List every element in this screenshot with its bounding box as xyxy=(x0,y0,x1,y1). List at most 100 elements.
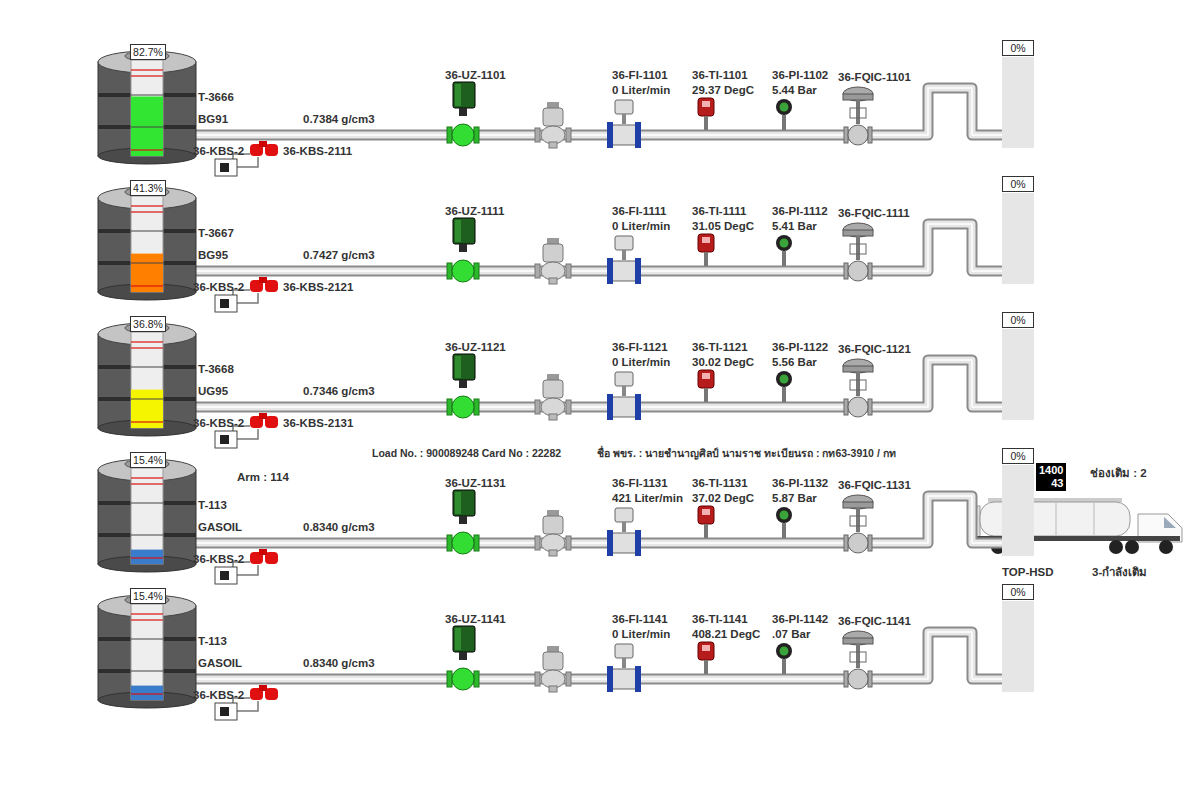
flow-reading: 0 Liter/min xyxy=(612,83,670,97)
switch-tag: 36-KBS-2 xyxy=(193,688,244,702)
strainer-icon xyxy=(535,374,571,422)
arm-label: Arm : 114 xyxy=(237,470,289,484)
tank-icon[interactable] xyxy=(98,182,196,302)
switch-tag: 36-KBS-2 xyxy=(193,552,244,566)
temperature-sensor-icon[interactable] xyxy=(696,98,716,132)
on-off-valve-icon[interactable] xyxy=(445,490,481,556)
pressure-gauge-icon[interactable] xyxy=(774,642,794,676)
pressure-tag: 36-PI-1132 xyxy=(772,476,828,490)
flow-meter-icon[interactable] xyxy=(603,100,645,148)
density: 0.7346 g/cm3 xyxy=(303,384,375,398)
temperature-reading: 31.05 DegC xyxy=(692,219,754,233)
temperature-reading: 37.02 DegC xyxy=(692,491,754,505)
pressure-gauge-icon[interactable] xyxy=(774,506,794,540)
control-valve-tag: 36-FQIC-1131 xyxy=(838,478,911,492)
loading-lane: 41.3% T-3667 BG95 0.7427 g/cm3 36-KBS-2 36-KB… xyxy=(0,176,1204,312)
loading-overview: 82.7%T-3666BG910.7384 g/cm336-KBS-236-KB… xyxy=(0,0,1204,800)
counter-value: 43 xyxy=(1039,477,1063,490)
strainer-icon xyxy=(535,238,571,286)
temperature-tag: 36-TI-1101 xyxy=(692,68,748,82)
pressure-tag: 36-PI-1142 xyxy=(772,612,828,626)
control-valve-icon[interactable] xyxy=(840,494,876,556)
tank-level: 36.8% xyxy=(130,316,166,332)
temperature-sensor-icon[interactable] xyxy=(696,506,716,540)
tank-name: T-3667 xyxy=(198,226,234,240)
temperature-sensor-icon[interactable] xyxy=(696,370,716,404)
product-name: BG95 xyxy=(198,248,228,262)
temperature-tag: 36-TI-1121 xyxy=(692,340,748,354)
switch-tag: 36-KBS-2121 xyxy=(283,280,353,294)
loading-bay[interactable] xyxy=(1002,465,1034,556)
product-name: GASOIL xyxy=(198,656,242,670)
density: 0.8340 g/cm3 xyxy=(303,520,375,534)
pressure-gauge-icon[interactable] xyxy=(774,234,794,268)
flow-meter-icon[interactable] xyxy=(603,644,645,692)
tank-level: 15.4% xyxy=(130,452,166,468)
on-off-valve-icon[interactable] xyxy=(445,626,481,692)
control-valve-tag: 36-FQIC-1101 xyxy=(838,70,911,84)
pressure-reading: 5.56 Bar xyxy=(772,355,817,369)
control-valve-tag: 36-FQIC-1141 xyxy=(838,614,911,628)
product-code: TOP-HSD xyxy=(1002,565,1054,579)
flow-reading: 0 Liter/min xyxy=(612,219,670,233)
temperature-reading: 29.37 DegC xyxy=(692,83,754,97)
control-valve-icon[interactable] xyxy=(840,222,876,284)
temperature-tag: 36-TI-1111 xyxy=(692,204,746,218)
strainer-icon xyxy=(535,102,571,150)
flow-reading: 0 Liter/min xyxy=(612,355,670,369)
valve-tag: 36-UZ-1121 xyxy=(445,340,506,354)
control-valve-icon[interactable] xyxy=(840,630,876,692)
pressure-tag: 36-PI-1122 xyxy=(772,340,828,354)
tank-icon[interactable] xyxy=(98,318,196,438)
on-off-valve-icon[interactable] xyxy=(445,82,481,148)
tank-name: T-3668 xyxy=(198,362,234,376)
driver-info: ชื่อ พขร. : นายชำนาญศิลป์ นามราช ทะเบียน… xyxy=(597,446,896,460)
on-off-valve-icon[interactable] xyxy=(445,218,481,284)
tank-icon[interactable] xyxy=(98,46,196,166)
temperature-sensor-icon[interactable] xyxy=(696,642,716,676)
loading-bay[interactable] xyxy=(1002,329,1034,420)
control-valve-icon[interactable] xyxy=(840,86,876,148)
flow-reading: 0 Liter/min xyxy=(612,627,670,641)
switch-tag: 36-KBS-2 xyxy=(193,416,244,430)
loading-bay[interactable] xyxy=(1002,601,1034,692)
flow-tag: 36-FI-1101 xyxy=(612,68,668,82)
tank-name: T-113 xyxy=(198,634,227,648)
flow-meter-icon[interactable] xyxy=(603,372,645,420)
pressure-reading: 5.44 Bar xyxy=(772,83,817,97)
loading-bay[interactable] xyxy=(1002,57,1034,148)
meter-counter: 140043 xyxy=(1036,463,1066,491)
tank-icon[interactable] xyxy=(98,454,196,574)
loading-lane: 15.4%T-113GASOIL0.8340 g/cm336-KBS-2Arm … xyxy=(0,448,1204,584)
product-name: BG91 xyxy=(198,112,228,126)
bay-percent: 0% xyxy=(1002,312,1034,328)
pressure-reading: 5.41 Bar xyxy=(772,219,817,233)
tank-level: 41.3% xyxy=(130,180,166,196)
switch-tag: 36-KBS-2 xyxy=(193,280,244,294)
bay-percent: 0% xyxy=(1002,448,1034,464)
temperature-reading: 30.02 DegC xyxy=(692,355,754,369)
control-valve-icon[interactable] xyxy=(840,358,876,420)
load-number: Load No. : 900089248 Card No : 22282 xyxy=(372,446,561,460)
density: 0.7427 g/cm3 xyxy=(303,248,375,262)
flow-reading: 421 Liter/min xyxy=(612,491,683,505)
loading-lane: 82.7%T-3666BG910.7384 g/cm336-KBS-236-KB… xyxy=(0,40,1204,176)
pressure-reading: .07 Bar xyxy=(772,627,810,641)
switch-tag: 36-KBS-2131 xyxy=(283,416,353,430)
flow-meter-icon[interactable] xyxy=(603,508,645,556)
on-off-valve-icon[interactable] xyxy=(445,354,481,420)
temperature-reading: 408.21 DegC xyxy=(692,627,760,641)
strainer-icon xyxy=(535,646,571,694)
tanker-truck-icon xyxy=(968,494,1186,560)
tank-level: 82.7% xyxy=(130,44,166,60)
flow-meter-icon[interactable] xyxy=(603,236,645,284)
pressure-reading: 5.87 Bar xyxy=(772,491,817,505)
pressure-tag: 36-PI-1102 xyxy=(772,68,828,82)
loading-bay[interactable] xyxy=(1002,193,1034,284)
pressure-gauge-icon[interactable] xyxy=(774,370,794,404)
temperature-tag: 36-TI-1141 xyxy=(692,612,748,626)
control-valve-tag: 36-FQIC-1121 xyxy=(838,342,911,356)
tank-icon[interactable] xyxy=(98,590,196,710)
pressure-gauge-icon[interactable] xyxy=(774,98,794,132)
temperature-sensor-icon[interactable] xyxy=(696,234,716,268)
